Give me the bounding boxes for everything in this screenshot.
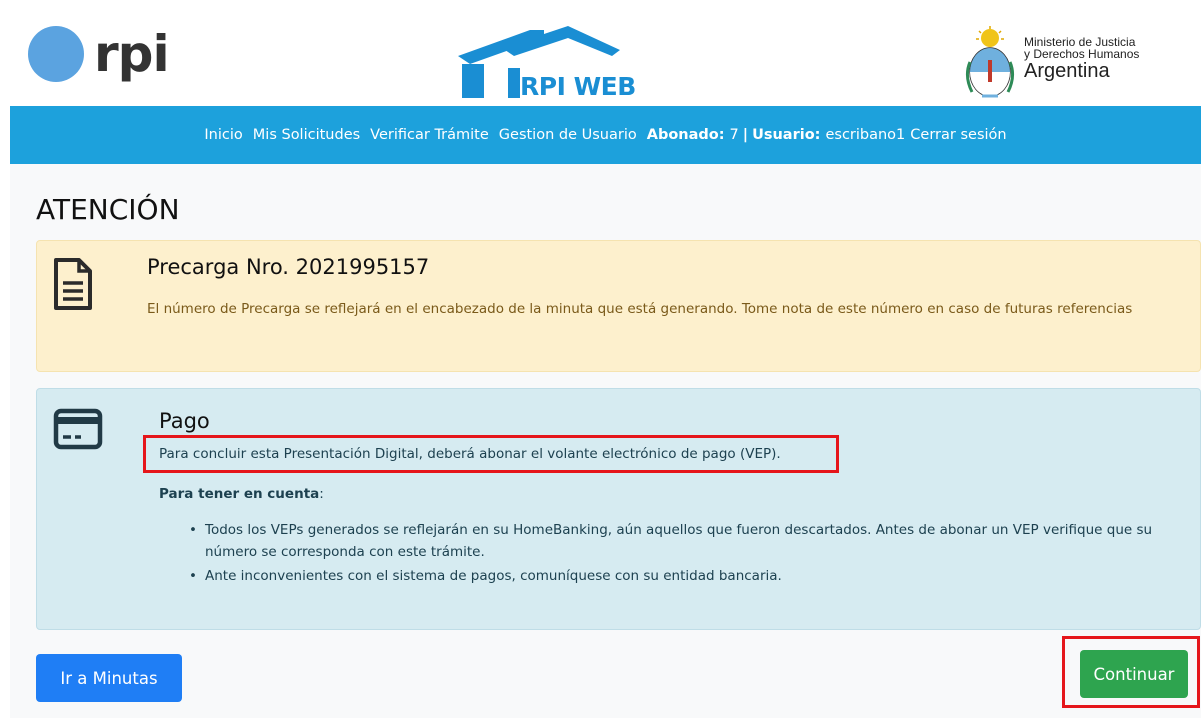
continuar-button[interactable]: Continuar — [1080, 650, 1188, 698]
ministerio-text: Ministerio de Justicia y Derechos Humano… — [1024, 36, 1139, 82]
precarga-alert: Precarga Nro. 2021995157 El número de Pr… — [36, 240, 1201, 372]
top-navbar: Inicio Mis Solicitudes Verificar Trámite… — [10, 106, 1201, 164]
credit-card-icon — [53, 408, 103, 450]
document-icon — [54, 258, 92, 310]
page-title: ATENCIÓN — [36, 193, 180, 226]
rpi-web-logo[interactable]: RPI WEB — [448, 22, 648, 102]
argentina-coat-of-arms-icon — [965, 26, 1015, 98]
tener-en-cuenta: Para tener en cuenta: — [159, 486, 324, 502]
nav-verificar-tramite[interactable]: Verificar Trámite — [370, 127, 489, 143]
ministerio-logo: Ministerio de Justicia y Derechos Humano… — [962, 26, 1192, 104]
nav-cerrar-sesion[interactable]: Cerrar sesión — [910, 127, 1006, 143]
tener-label: Para tener en cuenta — [159, 486, 320, 502]
precarga-heading: Precarga Nro. 2021995157 — [147, 255, 430, 279]
pago-heading: Pago — [159, 409, 210, 433]
nav-separator: | — [742, 127, 749, 143]
pago-alert: Pago Para concluir esta Presentación Dig… — [36, 388, 1201, 630]
rpi-logo-circle — [28, 26, 84, 82]
nav-gestion-usuario[interactable]: Gestion de Usuario — [499, 127, 637, 143]
page-frame: rpi RPI WEB Ministerio de Justicia y Der… — [10, 0, 1201, 718]
precarga-body: El número de Precarga se reflejará en el… — [147, 301, 1133, 317]
list-item: Todos los VEPs generados se reflejarán e… — [189, 519, 1179, 563]
nav-mis-solicitudes[interactable]: Mis Solicitudes — [253, 127, 360, 143]
rpi-web-logo-text: RPI WEB — [520, 72, 636, 101]
abonado-label: Abonado: — [646, 127, 725, 143]
usuario-label: Usuario: — [752, 127, 821, 143]
abonado-value: 7 — [729, 127, 739, 143]
nav-inicio[interactable]: Inicio — [204, 127, 242, 143]
usuario-value: escribano1 — [825, 127, 906, 143]
rpi-logo[interactable]: rpi — [28, 24, 170, 84]
pago-notes-list: Todos los VEPs generados se reflejarán e… — [189, 519, 1179, 589]
ministerio-line2: y Derechos Humanos — [1024, 47, 1140, 61]
ir-a-minutas-button[interactable]: Ir a Minutas — [36, 654, 182, 702]
tener-colon: : — [319, 486, 324, 502]
rpi-logo-text: rpi — [94, 25, 170, 83]
header: rpi RPI WEB Ministerio de Justicia y Der… — [10, 0, 1201, 106]
ministerio-country: Argentina — [1024, 60, 1110, 82]
list-item: Ante inconvenientes con el sistema de pa… — [189, 565, 1179, 587]
pago-sentence: Para concluir esta Presentación Digital,… — [159, 446, 781, 462]
